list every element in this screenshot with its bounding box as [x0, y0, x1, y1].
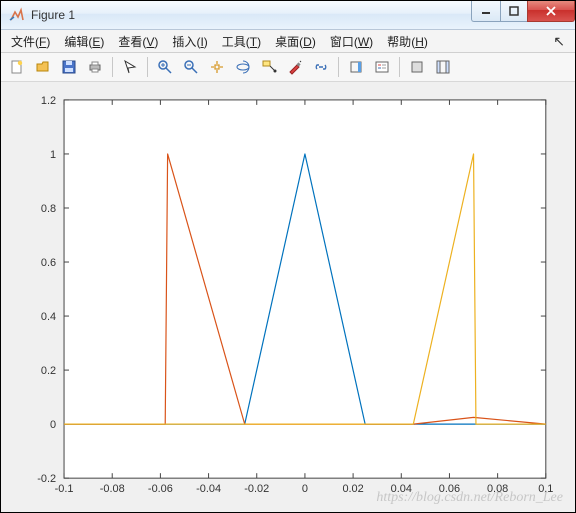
- dock-dropdown-icon[interactable]: ↖: [547, 33, 571, 50]
- window-title: Figure 1: [31, 8, 75, 22]
- svg-text:0.06: 0.06: [439, 483, 460, 495]
- toolbar: [1, 53, 575, 82]
- menu-edit[interactable]: 编辑(E): [58, 31, 110, 52]
- plot-area[interactable]: -0.1 -0.08 -0.06 -0.04 -0.02 0 0.02 0.04 0.06 0.0…: [1, 82, 575, 512]
- svg-text:-0.04: -0.04: [196, 483, 221, 495]
- svg-text:-0.06: -0.06: [148, 483, 173, 495]
- svg-text:0: 0: [50, 419, 56, 431]
- svg-text:0.8: 0.8: [41, 203, 56, 215]
- menu-tools[interactable]: 工具(T): [216, 31, 267, 52]
- svg-text:0: 0: [302, 483, 308, 495]
- pan-button[interactable]: [205, 55, 229, 79]
- svg-text:-0.02: -0.02: [244, 483, 269, 495]
- toolbar-separator: [147, 57, 148, 77]
- open-button[interactable]: [31, 55, 55, 79]
- minimize-button[interactable]: [471, 1, 500, 22]
- toolbar-separator: [112, 57, 113, 77]
- menu-help[interactable]: 帮助(H): [381, 31, 434, 52]
- link-button[interactable]: [309, 55, 333, 79]
- close-button[interactable]: [527, 1, 575, 22]
- toolbar-separator: [338, 57, 339, 77]
- svg-text:-0.1: -0.1: [55, 483, 74, 495]
- svg-text:0.1: 0.1: [538, 483, 553, 495]
- rotate-3d-button[interactable]: [231, 55, 255, 79]
- window-controls: [471, 1, 575, 21]
- svg-text:0.6: 0.6: [41, 257, 56, 269]
- svg-text:-0.08: -0.08: [100, 483, 125, 495]
- zoom-out-button[interactable]: [179, 55, 203, 79]
- matlab-icon: [9, 7, 25, 23]
- menu-view[interactable]: 查看(V): [112, 31, 164, 52]
- svg-text:1.2: 1.2: [41, 95, 56, 107]
- toolbar-separator: [399, 57, 400, 77]
- svg-text:0.02: 0.02: [342, 483, 363, 495]
- edit-plot-button[interactable]: [118, 55, 142, 79]
- zoom-in-button[interactable]: [153, 55, 177, 79]
- menu-window[interactable]: 窗口(W): [324, 31, 379, 52]
- svg-text:1: 1: [50, 149, 56, 161]
- new-figure-button[interactable]: [5, 55, 29, 79]
- show-plot-tools-button[interactable]: [431, 55, 455, 79]
- titlebar[interactable]: Figure 1: [1, 1, 575, 30]
- brush-button[interactable]: [283, 55, 307, 79]
- svg-text:-0.2: -0.2: [37, 473, 56, 485]
- maximize-button[interactable]: [500, 1, 527, 22]
- svg-text:0.4: 0.4: [41, 311, 56, 323]
- print-button[interactable]: [83, 55, 107, 79]
- svg-text:0.2: 0.2: [41, 365, 56, 377]
- menu-file[interactable]: 文件(F): [5, 31, 56, 52]
- menu-insert[interactable]: 插入(I): [166, 31, 213, 52]
- menubar: 文件(F) 编辑(E) 查看(V) 插入(I) 工具(T) 桌面(D) 窗口(W…: [1, 30, 575, 53]
- hide-plot-tools-button[interactable]: [405, 55, 429, 79]
- insert-colorbar-button[interactable]: [344, 55, 368, 79]
- axes[interactable]: -0.1 -0.08 -0.06 -0.04 -0.02 0 0.02 0.04 0.06 0.0…: [1, 82, 575, 512]
- menu-desktop[interactable]: 桌面(D): [269, 31, 322, 52]
- data-cursor-button[interactable]: [257, 55, 281, 79]
- insert-legend-button[interactable]: [370, 55, 394, 79]
- svg-text:0.04: 0.04: [391, 483, 412, 495]
- figure-window: Figure 1 文件(F) 编辑(E) 查看(V) 插入(I) 工具(T) 桌…: [0, 0, 576, 513]
- save-button[interactable]: [57, 55, 81, 79]
- svg-text:0.08: 0.08: [487, 483, 508, 495]
